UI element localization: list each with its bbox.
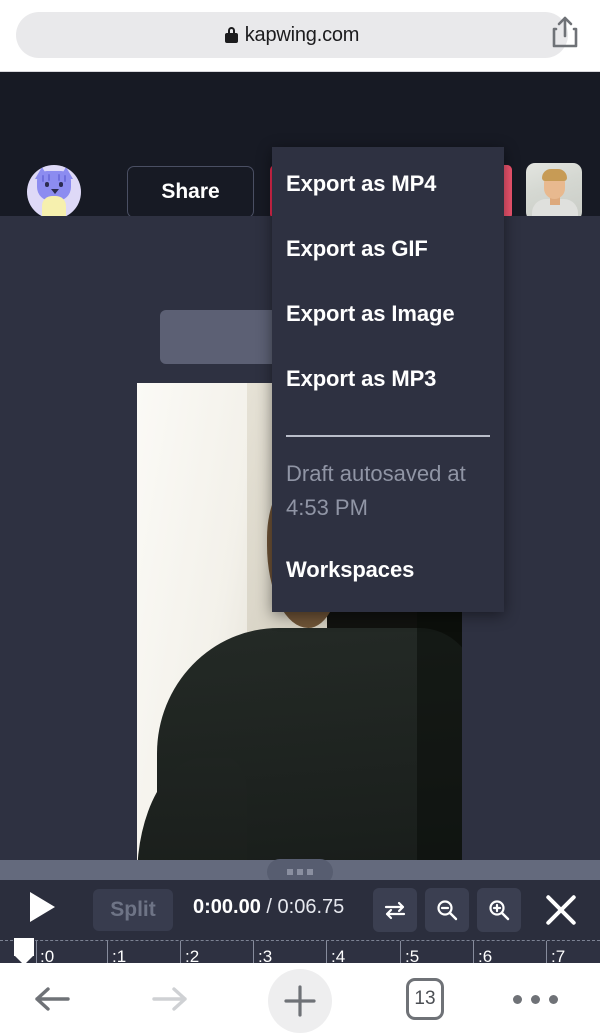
current-time: 0:00.00 bbox=[193, 896, 261, 918]
timeline-ruler[interactable]: :0 :1 :2 :3 :4 :5 :6 :7 bbox=[0, 940, 600, 963]
share-button[interactable]: Share bbox=[127, 166, 254, 218]
ruler-label: :5 bbox=[405, 947, 420, 963]
playhead[interactable] bbox=[14, 938, 34, 963]
close-icon[interactable] bbox=[541, 890, 581, 930]
address-bar[interactable]: kapwing.com bbox=[16, 12, 568, 58]
menu-item-workspaces[interactable]: Workspaces bbox=[272, 537, 504, 603]
browser-bottom-bar: 13 bbox=[0, 963, 600, 1035]
ruler-label: :1 bbox=[112, 947, 127, 963]
url-text: kapwing.com bbox=[244, 23, 360, 46]
arrow-left-icon[interactable] bbox=[22, 977, 82, 1021]
swap-arrows-icon[interactable] bbox=[373, 888, 417, 932]
kapwing-app: Share Export Video Upload T S bbox=[0, 72, 600, 963]
tab-count-button[interactable]: 13 bbox=[400, 977, 450, 1021]
browser-top-bar: kapwing.com bbox=[0, 0, 600, 72]
play-icon[interactable] bbox=[30, 892, 55, 922]
split-button[interactable]: Split bbox=[93, 889, 173, 931]
zoom-out-icon[interactable] bbox=[425, 888, 469, 932]
menu-divider bbox=[286, 435, 490, 437]
ruler-label: :7 bbox=[551, 947, 566, 963]
ruler-label: :3 bbox=[258, 947, 273, 963]
total-duration: / 0:06.75 bbox=[260, 896, 345, 918]
screen: kapwing.com Share Export as MP4 Export a… bbox=[0, 0, 600, 1035]
menu-item-export-mp4[interactable]: Export as MP4 bbox=[272, 151, 504, 217]
lock-icon bbox=[224, 27, 238, 43]
arrow-right-icon bbox=[140, 977, 200, 1021]
tab-count-label: 13 bbox=[406, 978, 444, 1020]
time-display: 0:00.00 / 0:06.75 bbox=[193, 896, 344, 919]
menu-item-export-image[interactable]: Export as Image bbox=[272, 281, 504, 347]
ruler-label: :0 bbox=[40, 947, 55, 963]
share-icon[interactable] bbox=[552, 16, 578, 48]
ruler-label: :6 bbox=[478, 947, 493, 963]
collaborator-avatar[interactable] bbox=[526, 163, 582, 221]
ruler-label: :2 bbox=[185, 947, 200, 963]
ellipsis-icon[interactable] bbox=[505, 977, 565, 1021]
zoom-in-icon[interactable] bbox=[477, 888, 521, 932]
autosave-status: Draft autosaved at 4:53 PM bbox=[286, 461, 466, 520]
address-bar-content: kapwing.com bbox=[224, 23, 360, 47]
plus-icon[interactable] bbox=[268, 969, 332, 1033]
avatar[interactable] bbox=[27, 165, 81, 219]
menu-item-export-gif[interactable]: Export as GIF bbox=[272, 216, 504, 282]
menu-item-export-mp3[interactable]: Export as MP3 bbox=[272, 346, 504, 412]
ruler-label: :4 bbox=[331, 947, 346, 963]
export-dropdown-menu: Export as MP4 Export as GIF Export as Im… bbox=[272, 147, 504, 612]
